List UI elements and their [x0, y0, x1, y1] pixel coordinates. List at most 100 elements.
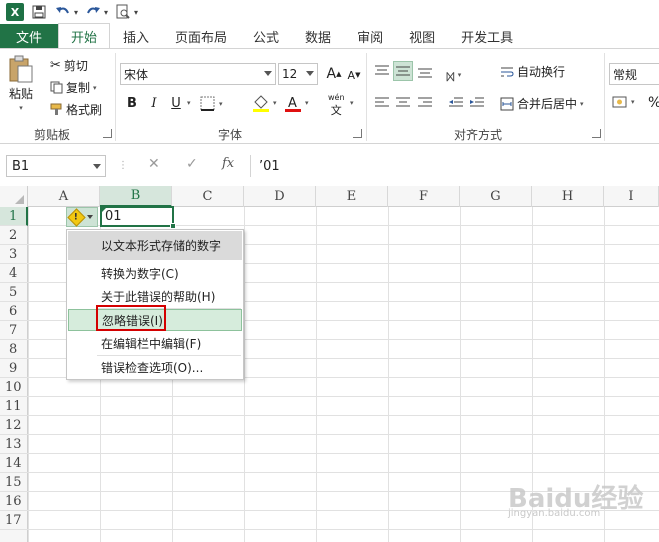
top-align-button[interactable]	[372, 61, 392, 81]
menu-item-help-on-error[interactable]: 关于此错误的帮助(H)	[68, 285, 242, 307]
row-header-3[interactable]: 3	[0, 245, 28, 264]
align-right-button[interactable]	[415, 93, 435, 113]
row-header-5[interactable]: 5	[0, 283, 28, 302]
save-icon[interactable]	[30, 3, 48, 21]
alignment-launcher-icon[interactable]	[592, 129, 601, 138]
row-header-2[interactable]: 2	[0, 226, 28, 245]
row-header-11[interactable]: 11	[0, 397, 28, 416]
formula-bar-grip-icon[interactable]: ⋮	[118, 160, 128, 171]
copy-dropdown-icon[interactable]: ▾	[93, 84, 97, 92]
font-color-dropdown-icon[interactable]: ▾	[305, 99, 309, 107]
select-all-button[interactable]	[0, 186, 28, 207]
row-header-8[interactable]: 8	[0, 340, 28, 359]
row-header-7[interactable]: 7	[0, 321, 28, 340]
formula-bar: B1 ⋮ ✕ ✓ fx ’01	[0, 152, 659, 180]
formula-input[interactable]: ’01	[250, 155, 659, 177]
row-header-16[interactable]: 16	[0, 492, 28, 511]
row-header-14[interactable]: 14	[0, 454, 28, 473]
row-header-15[interactable]: 15	[0, 473, 28, 492]
column-header-b[interactable]: B	[100, 186, 172, 207]
font-color-button[interactable]: A ▾	[284, 94, 309, 112]
row-header-13[interactable]: 13	[0, 435, 28, 454]
wrap-text-button[interactable]: 自动换行	[500, 63, 565, 80]
font-size-select[interactable]: 12	[278, 63, 318, 85]
orientation-dropdown-icon[interactable]: ▾	[458, 71, 462, 79]
clipboard-launcher-icon[interactable]	[103, 129, 112, 138]
accounting-format-button[interactable]: ▾	[612, 95, 635, 109]
tab-home[interactable]: 开始	[58, 23, 110, 48]
print-preview-icon[interactable]	[114, 3, 132, 21]
row-header-12[interactable]: 12	[0, 416, 28, 435]
font-name-select[interactable]: 宋体	[120, 63, 276, 85]
tab-review[interactable]: 审阅	[344, 24, 396, 48]
undo-dropdown-icon[interactable]: ▾	[74, 8, 78, 17]
tab-data[interactable]: 数据	[292, 24, 344, 48]
customize-qat-icon[interactable]: ▾	[134, 8, 138, 17]
row-header-6[interactable]: 6	[0, 302, 28, 321]
menu-item-edit-in-formula-bar[interactable]: 在编辑栏中编辑(F)	[68, 332, 242, 354]
column-header-a[interactable]: A	[28, 186, 100, 207]
enter-icon[interactable]: ✓	[186, 156, 198, 172]
shrink-font-button[interactable]: A ▼	[344, 65, 364, 85]
accounting-dropdown-icon[interactable]: ▾	[631, 98, 635, 106]
tab-developer[interactable]: 开发工具	[448, 24, 526, 48]
merge-dropdown-icon[interactable]: ▾	[580, 100, 584, 108]
cut-button[interactable]: ✂ 剪切	[50, 57, 88, 74]
bottom-align-button[interactable]	[415, 61, 435, 81]
fill-color-dropdown-icon[interactable]: ▾	[273, 99, 277, 107]
phonetic-dropdown-icon[interactable]: ▾	[350, 99, 354, 107]
redo-icon[interactable]	[84, 3, 102, 21]
menu-item-error-checking-options[interactable]: 错误检查选项(O)...	[68, 356, 242, 378]
tab-view[interactable]: 视图	[396, 24, 448, 48]
row-header-1[interactable]: 1	[0, 207, 28, 226]
increase-indent-button[interactable]	[467, 93, 487, 113]
tab-formulas[interactable]: 公式	[240, 24, 292, 48]
merge-center-button[interactable]: 合并后居中 ▾	[500, 95, 584, 112]
tab-insert[interactable]: 插入	[110, 24, 162, 48]
fill-color-button[interactable]: ▾	[252, 94, 277, 112]
decrease-indent-button[interactable]	[446, 93, 466, 113]
tab-file[interactable]: 文件	[0, 24, 58, 48]
insert-function-icon[interactable]: fx	[222, 156, 234, 171]
underline-dropdown-icon[interactable]: ▾	[187, 99, 191, 107]
phonetic-button[interactable]: wén 文	[328, 93, 345, 118]
column-header-h[interactable]: H	[532, 186, 604, 207]
font-launcher-icon[interactable]	[353, 129, 362, 138]
bold-button[interactable]: B	[122, 93, 142, 113]
column-header-f[interactable]: F	[388, 186, 460, 207]
name-box[interactable]: B1	[6, 155, 106, 177]
error-check-button[interactable]: !	[66, 207, 98, 227]
row-header-9[interactable]: 9	[0, 359, 28, 378]
row-header-10[interactable]: 10	[0, 378, 28, 397]
underline-button[interactable]: U	[166, 93, 186, 113]
paste-button[interactable]: 粘贴 ▾	[8, 55, 34, 112]
borders-dropdown-icon[interactable]: ▾	[219, 100, 223, 108]
undo-icon[interactable]	[54, 3, 72, 21]
copy-button[interactable]: 复制 ▾	[50, 79, 97, 96]
orientation-button[interactable]: ᢂ ▾	[446, 63, 462, 87]
align-center-button[interactable]	[393, 93, 413, 113]
cell-b1[interactable]: 01	[100, 206, 176, 229]
column-header-i[interactable]: I	[604, 186, 659, 207]
cancel-icon[interactable]: ✕	[148, 156, 160, 172]
borders-button[interactable]: ▾	[200, 96, 223, 112]
column-header-c[interactable]: C	[172, 186, 244, 207]
number-format-select[interactable]: 常规	[609, 63, 659, 85]
format-painter-button[interactable]: 格式刷	[50, 101, 102, 118]
row-header-17[interactable]: 17	[0, 511, 28, 530]
redo-dropdown-icon[interactable]: ▾	[104, 8, 108, 17]
grow-font-button[interactable]: A ▲	[324, 64, 344, 84]
orientation-icon: ᢂ	[446, 71, 455, 86]
align-left-button[interactable]	[372, 93, 392, 113]
column-header-d[interactable]: D	[244, 186, 316, 207]
wrap-text-icon	[501, 67, 514, 76]
percent-button[interactable]: %	[648, 95, 659, 111]
menu-item-convert-to-number[interactable]: 转换为数字(C)	[68, 262, 242, 284]
column-header-g[interactable]: G	[460, 186, 532, 207]
italic-button[interactable]: I	[144, 93, 164, 113]
column-header-e[interactable]: E	[316, 186, 388, 207]
row-header-4[interactable]: 4	[0, 264, 28, 283]
tab-page-layout[interactable]: 页面布局	[162, 24, 240, 48]
middle-align-button[interactable]	[393, 61, 413, 81]
paste-dropdown-icon[interactable]: ▾	[19, 104, 23, 112]
